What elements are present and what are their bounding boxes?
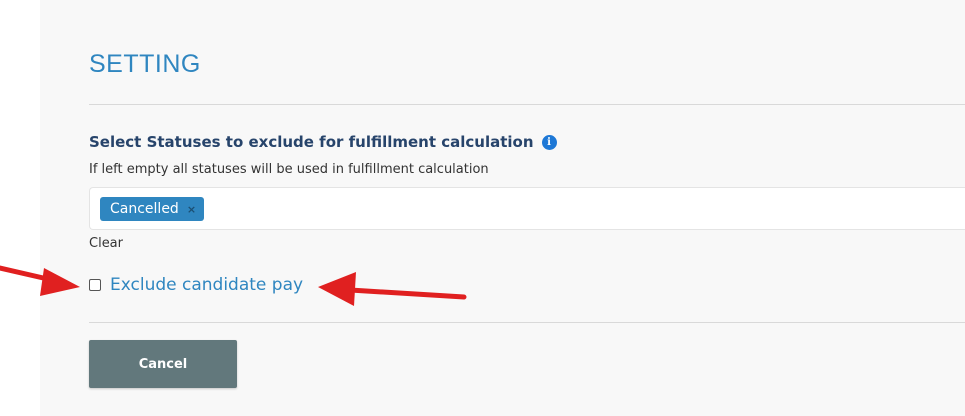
left-arrow [0,265,80,296]
annotation-arrows [0,265,467,306]
right-arrow [318,272,467,306]
